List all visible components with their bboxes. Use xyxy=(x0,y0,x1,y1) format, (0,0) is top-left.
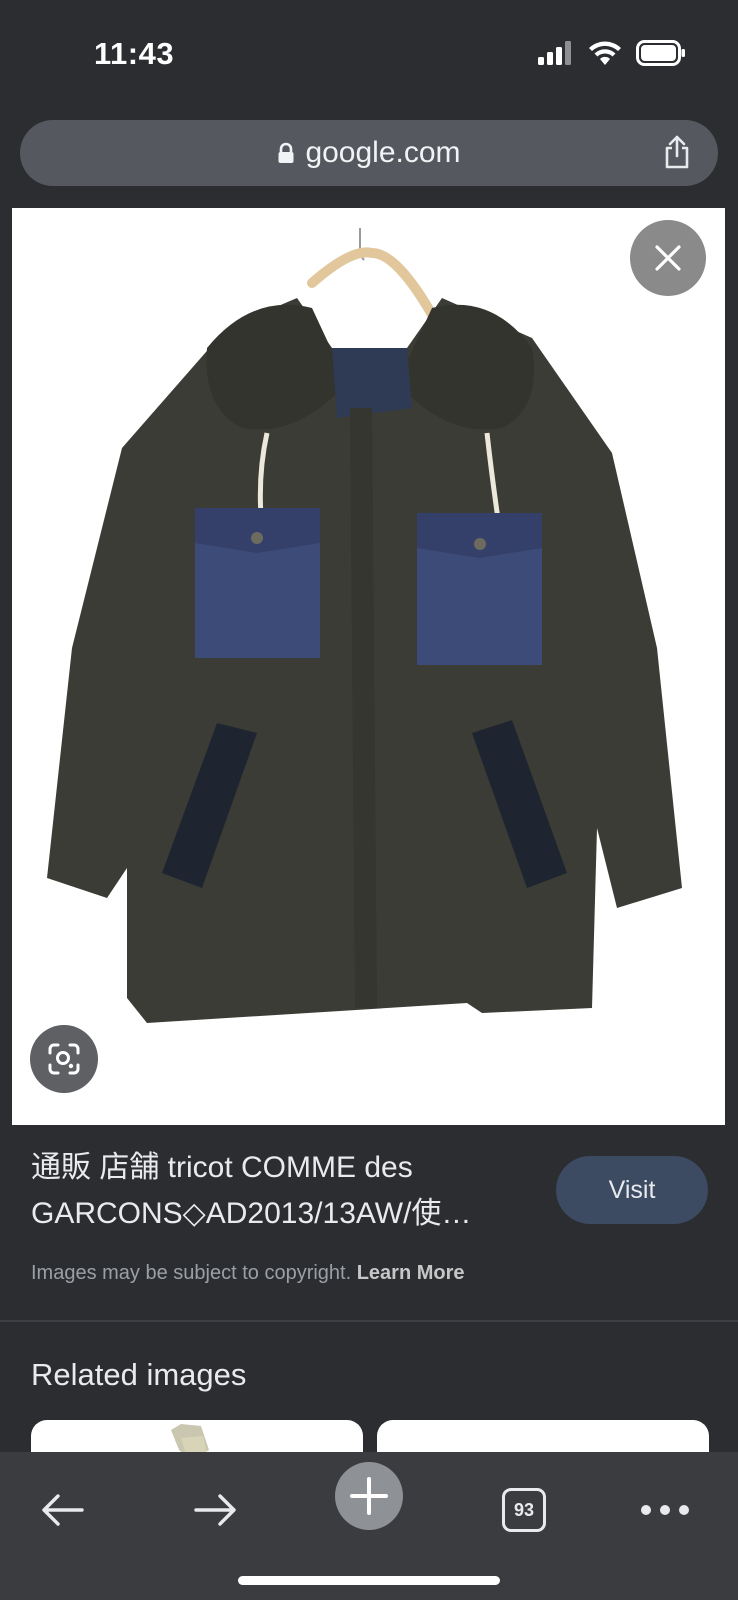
result-info: 通販 店舗 tricot COMME des GARCONS◇AD2013/13… xyxy=(0,1125,738,1320)
more-dots-icon xyxy=(641,1505,689,1515)
copyright-text: Images may be subject to copyright. xyxy=(31,1262,352,1284)
close-button[interactable] xyxy=(630,220,706,296)
back-arrow-icon xyxy=(42,1494,84,1526)
related-images-section: Related images xyxy=(0,1322,738,1452)
url-text: google.com xyxy=(305,136,461,169)
forward-arrow-icon xyxy=(194,1494,236,1526)
status-time: 11:43 xyxy=(94,36,175,71)
related-images-heading: Related images xyxy=(31,1357,247,1392)
tabs-button[interactable]: 93 xyxy=(500,1478,548,1542)
new-tab-button[interactable] xyxy=(335,1462,403,1530)
tabs-count: 93 xyxy=(502,1488,546,1532)
share-icon[interactable] xyxy=(662,134,692,170)
image-preview[interactable] xyxy=(12,208,725,1125)
back-button[interactable] xyxy=(36,1478,88,1542)
lock-icon xyxy=(278,142,294,163)
status-icons xyxy=(538,40,686,66)
close-icon xyxy=(655,245,681,271)
url-display[interactable]: google.com xyxy=(20,120,718,186)
battery-icon xyxy=(636,40,685,66)
wifi-icon xyxy=(589,41,621,65)
related-image-preview xyxy=(171,1424,209,1452)
menu-button[interactable] xyxy=(638,1478,692,1542)
related-image-thumbnail[interactable] xyxy=(31,1420,363,1452)
home-indicator xyxy=(238,1576,500,1585)
copyright-notice: Images may be subject to copyright. Lear… xyxy=(31,1262,465,1285)
cellular-signal-icon xyxy=(538,41,571,65)
url-bar[interactable]: google.com xyxy=(20,120,718,186)
lens-icon xyxy=(48,1043,80,1075)
learn-more-link[interactable]: Learn More xyxy=(357,1262,465,1284)
forward-button[interactable] xyxy=(190,1478,242,1542)
bottom-toolbar: 93 xyxy=(0,1452,738,1600)
result-title[interactable]: 通販 店舗 tricot COMME des GARCONS◇AD2013/13… xyxy=(31,1145,541,1237)
lens-button[interactable] xyxy=(30,1025,98,1093)
related-image-thumbnail[interactable] xyxy=(377,1420,709,1452)
status-bar: 11:43 xyxy=(0,0,738,110)
plus-icon xyxy=(350,1477,388,1515)
jacket-image xyxy=(47,228,682,1023)
visit-button[interactable]: Visit xyxy=(556,1156,708,1224)
